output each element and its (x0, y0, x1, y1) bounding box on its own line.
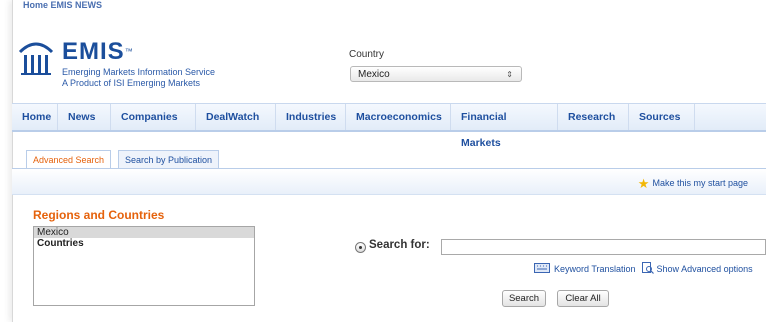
trademark-mark: ™ (124, 47, 134, 56)
logo-tagline: Emerging Markets Information Service (62, 67, 216, 77)
search-button[interactable]: Search (502, 290, 546, 307)
list-item-countries[interactable]: Countries (34, 238, 254, 249)
toolbar-strip: ★ Make this my start page (12, 169, 766, 195)
list-item-mexico[interactable]: Mexico (34, 227, 254, 238)
keyword-translation-link[interactable]: Keyword Translation (554, 264, 636, 274)
keyboard-icon (534, 263, 550, 273)
top-links-bar: Home EMIS NEWS (23, 0, 769, 10)
search-input[interactable] (441, 239, 766, 255)
nav-home[interactable]: Home (12, 104, 58, 130)
make-start-page-link[interactable]: ★ Make this my start page (638, 176, 748, 192)
tab-advanced-search[interactable]: Advanced Search (26, 150, 112, 168)
nav-industries[interactable]: Industries (276, 104, 346, 130)
nav-financial-markets[interactable]: Financial Markets (451, 104, 558, 149)
search-for-label: Search for: (369, 239, 430, 251)
tab-search-by-publication[interactable]: Search by Publication (118, 150, 220, 168)
top-links-text[interactable]: Home EMIS NEWS (23, 0, 102, 10)
search-for-radio[interactable] (355, 242, 366, 253)
logo-subtitle: A Product of ISI Emerging Markets (62, 78, 201, 88)
nav-sources[interactable]: Sources (629, 104, 695, 130)
nav-macroeconomics[interactable]: Macroeconomics (346, 104, 451, 130)
country-label: Country (349, 49, 385, 60)
nav-news[interactable]: News (58, 104, 111, 130)
star-icon: ★ (637, 176, 650, 191)
logo-name: EMIS™ (62, 38, 134, 65)
country-selected-value: Mexico (358, 69, 390, 80)
nav-dealwatch[interactable]: DealWatch (196, 104, 276, 130)
clear-all-button[interactable]: Clear All (557, 290, 609, 307)
regions-title: Regions and Countries (33, 208, 165, 222)
select-arrows-icon: ⇕ (506, 70, 513, 79)
magnifier-document-icon (641, 262, 654, 274)
make-start-page-label: Make this my start page (652, 178, 748, 188)
nav-companies[interactable]: Companies (111, 104, 196, 130)
regions-listbox[interactable]: Mexico Countries (33, 226, 255, 306)
main-nav: Home News Companies DealWatch Industries… (12, 103, 766, 149)
search-links: Keyword Translation Show Advanced option… (534, 262, 753, 274)
nav-research[interactable]: Research (558, 104, 629, 130)
country-select[interactable]: Mexico ⇕ (350, 66, 522, 82)
show-advanced-options-link[interactable]: Show Advanced options (657, 264, 753, 274)
building-logo-icon (18, 42, 54, 75)
